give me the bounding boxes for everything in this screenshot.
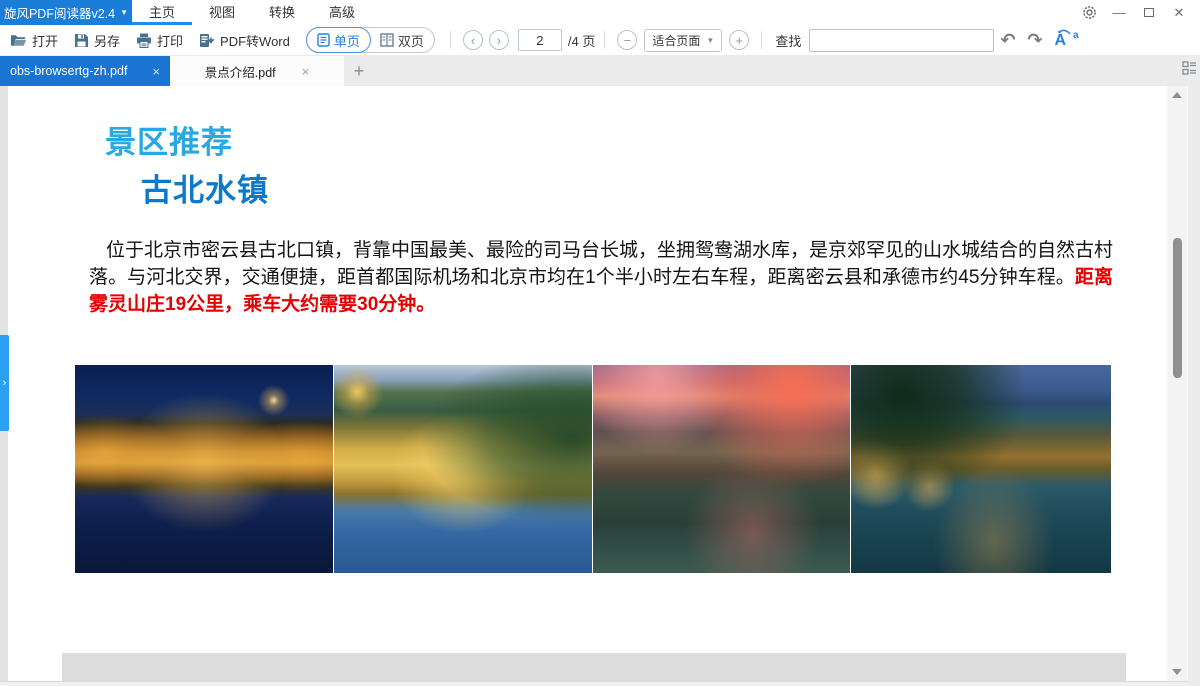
tab-home[interactable]: 主页 [132, 0, 192, 25]
right-edge-panel [1188, 56, 1200, 686]
scrollbar-thumb[interactable] [1173, 238, 1182, 378]
doc-tab-obs-browsertg[interactable]: obs-browsertg-zh.pdf × [0, 56, 170, 86]
redo-icon[interactable]: ↷ [1027, 31, 1042, 49]
scrollbar-down-arrow[interactable] [1172, 669, 1182, 675]
new-tab-button[interactable]: + [344, 56, 374, 86]
page-total-label: /4 页 [568, 31, 595, 50]
open-button[interactable]: 打开 [10, 31, 58, 50]
save-icon [74, 33, 89, 48]
next-page-button[interactable]: › [489, 30, 509, 50]
page-end-background [62, 653, 1126, 681]
tab-advanced[interactable]: 高级 [312, 0, 372, 25]
translate-icon[interactable]: A a [1055, 30, 1079, 50]
photo-row [75, 365, 1111, 573]
document-tab-bar: obs-browsertg-zh.pdf × 景点介绍.pdf × + [0, 56, 1200, 86]
divider [450, 31, 451, 49]
photo-dusk-valley [334, 365, 592, 573]
printer-icon [136, 33, 152, 48]
maximize-icon [1144, 8, 1154, 17]
print-button[interactable]: 打印 [136, 31, 183, 50]
prev-page-button[interactable]: ‹ [463, 30, 483, 50]
scrollbar-track[interactable] [1167, 86, 1187, 681]
close-icon[interactable]: × [302, 65, 310, 78]
app-title: 旋风PDF阅读器v2.4 [4, 3, 115, 22]
chevron-right-icon: › [497, 34, 501, 47]
single-page-button[interactable]: 单页 [306, 27, 371, 53]
pdf-heading-gubei: 古北水镇 [141, 165, 269, 210]
chevron-right-icon: › [3, 377, 7, 389]
ribbon-tabs: 主页 视图 转换 高级 [132, 0, 372, 25]
photo-night-canal [75, 365, 333, 573]
pdf-to-word-button[interactable]: PDF转Word [199, 31, 290, 50]
find-label: 查找 [775, 31, 801, 50]
pdf-paragraph: 位于北京市密云县古北口镇，背靠中国最美、最险的司马台长城，坐拥鸳鸯湖水库，是京郊… [89, 237, 1113, 318]
scrollbar-up-arrow[interactable] [1172, 92, 1182, 98]
pdf-heading-recommend: 景区推荐 [105, 117, 233, 162]
close-icon[interactable]: × [152, 65, 160, 78]
window-bottom-edge [0, 681, 1200, 686]
window-controls: — ✕ [1078, 0, 1200, 25]
zoom-out-button[interactable]: − [617, 30, 637, 50]
minimize-button[interactable]: — [1108, 3, 1130, 23]
pdf-viewport: › 景区推荐 古北水镇 位于北京市密云县古北口镇，背靠中国最美、最险的司马台长城… [0, 86, 1200, 686]
save-as-button[interactable]: 另存 [74, 31, 120, 50]
doc-tab-scenic-intro[interactable]: 景点介绍.pdf × [170, 56, 344, 86]
zoom-level-dropdown[interactable]: 适合页面 ▼ [644, 29, 722, 52]
app-menu-button[interactable]: 旋风PDF阅读器v2.4 ▼ [0, 0, 132, 25]
divider [761, 31, 762, 49]
plus-icon: + [736, 34, 744, 47]
double-page-button[interactable]: 双页 [370, 27, 434, 53]
photo-sunset-town [593, 365, 850, 573]
toolbar: 打开 另存 打印 PDF转Word 单页 双页 ‹ › / [0, 25, 1200, 56]
zoom-in-button[interactable]: + [729, 30, 749, 50]
double-page-icon [380, 33, 394, 47]
undo-icon[interactable]: ↶ [1000, 31, 1015, 49]
single-page-icon [317, 33, 330, 47]
chevron-down-icon: ▼ [120, 8, 128, 17]
minus-icon: − [624, 34, 632, 47]
page-number-input[interactable] [518, 29, 562, 51]
tab-view[interactable]: 视图 [192, 0, 252, 25]
app-window: 旋风PDF阅读器v2.4 ▼ 主页 视图 转换 高级 — ✕ 打开 另存 [0, 0, 1200, 686]
body-text: 位于北京市密云县古北口镇，背靠中国最美、最险的司马台长城，坐拥鸳鸯湖水库，是京郊… [89, 240, 1113, 288]
chevron-left-icon: ‹ [471, 34, 475, 47]
sidebar-expander[interactable]: › [0, 335, 9, 431]
title-bar: 旋风PDF阅读器v2.4 ▼ 主页 视图 转换 高级 — ✕ [0, 0, 1200, 25]
folder-open-icon [10, 33, 27, 48]
close-button[interactable]: ✕ [1168, 3, 1190, 23]
photo-blue-hour-river [851, 365, 1111, 573]
chevron-down-icon: ▼ [706, 36, 714, 45]
settings-icon[interactable] [1078, 3, 1100, 23]
search-input[interactable] [809, 29, 994, 52]
page-mode-group: 单页 双页 [306, 27, 435, 53]
thumbnail-panel-icon[interactable] [1182, 60, 1197, 82]
pdf-to-word-icon [199, 33, 215, 48]
maximize-button[interactable] [1138, 3, 1160, 23]
tab-convert[interactable]: 转换 [252, 0, 312, 25]
divider [604, 31, 605, 49]
